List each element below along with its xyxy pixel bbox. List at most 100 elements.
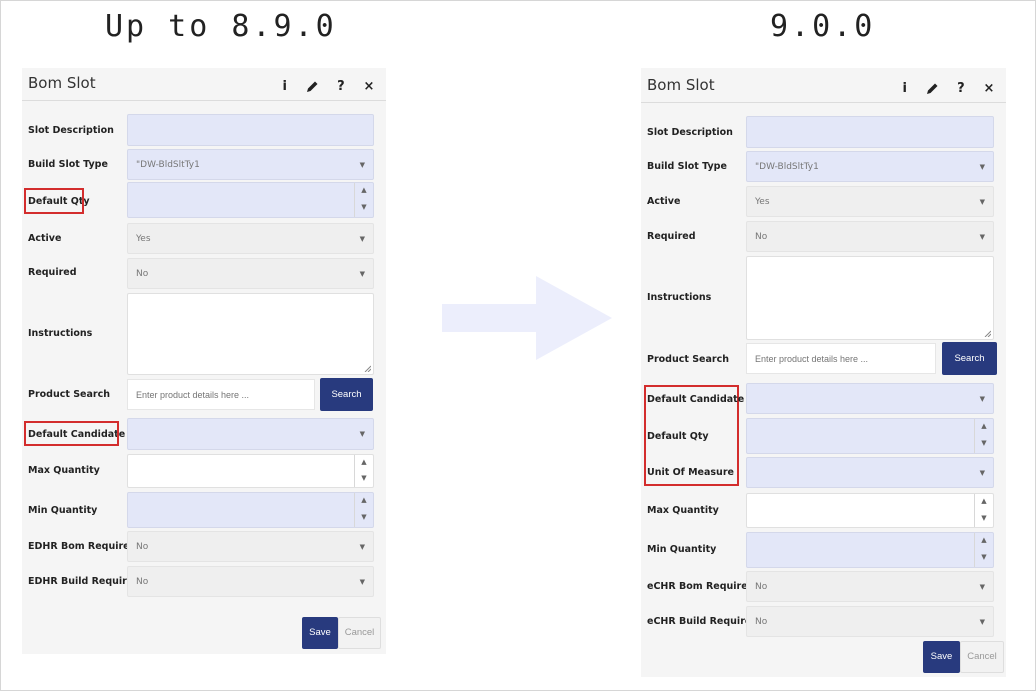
search-button[interactable]: Search — [320, 378, 373, 411]
highlight-default-candidate — [24, 421, 119, 446]
chevron-down-icon: ▼ — [979, 394, 985, 403]
chevron-down-icon: ▼ — [979, 232, 985, 241]
panel-title: Bom Slot — [647, 76, 715, 94]
spin-up-icon[interactable]: ▲ — [975, 533, 993, 550]
edhr-build-required-label: EDHR Build Required — [28, 576, 141, 587]
min-quantity-stepper[interactable]: ▲ ▼ — [127, 492, 374, 528]
unit-of-measure-select[interactable]: ▼ — [746, 457, 994, 488]
search-button[interactable]: Search — [942, 342, 997, 375]
echr-bom-required-select[interactable]: No ▼ — [746, 571, 994, 602]
help-icon[interactable]: ? — [952, 81, 970, 96]
panel-title: Bom Slot — [28, 74, 96, 92]
spin-down-icon[interactable]: ▼ — [975, 550, 993, 567]
echr-build-required-label: eCHR Build Required — [647, 616, 759, 627]
min-quantity-label: Min Quantity — [647, 544, 717, 555]
info-icon[interactable]: i — [276, 79, 294, 94]
spin-down-icon[interactable]: ▼ — [355, 200, 373, 217]
bom-slot-panel-after: Bom Slot i ? × Slot Description Build Sl… — [641, 68, 1006, 677]
slot-description-input[interactable] — [127, 114, 374, 146]
chevron-down-icon: ▼ — [979, 468, 985, 477]
chevron-down-icon: ▼ — [979, 582, 985, 591]
panel-header: Bom Slot i ? × — [22, 68, 386, 101]
build-slot-type-select[interactable]: "DW-BldSltTy1 ▼ — [127, 149, 374, 180]
default-candidate-select[interactable]: ▼ — [746, 383, 994, 414]
pencil-icon[interactable] — [304, 79, 322, 94]
build-slot-type-label: Build Slot Type — [647, 161, 727, 172]
default-qty-stepper[interactable]: ▲ ▼ — [127, 182, 374, 218]
product-search-input[interactable] — [746, 343, 936, 374]
edhr-bom-required-select[interactable]: No ▼ — [127, 531, 374, 562]
spin-up-icon[interactable]: ▲ — [975, 419, 993, 436]
chevron-down-icon: ▼ — [359, 269, 365, 278]
spinner: ▲ ▼ — [974, 533, 993, 567]
default-candidate-select[interactable]: ▼ — [127, 418, 374, 450]
help-icon[interactable]: ? — [332, 79, 350, 94]
instructions-textarea[interactable] — [127, 293, 374, 375]
resize-grip-icon[interactable] — [984, 330, 991, 337]
edhr-bom-required-label: EDHR Bom Required — [28, 541, 137, 552]
default-qty-stepper[interactable]: ▲ ▼ — [746, 418, 994, 454]
product-search-input[interactable] — [127, 379, 315, 410]
active-label: Active — [28, 233, 62, 244]
chevron-down-icon: ▼ — [979, 197, 985, 206]
build-slot-type-label: Build Slot Type — [28, 159, 108, 170]
min-quantity-label: Min Quantity — [28, 505, 98, 516]
max-quantity-stepper[interactable]: ▲ ▼ — [746, 493, 994, 528]
save-button[interactable]: Save — [302, 617, 338, 649]
echr-bom-required-label: eCHR Bom Required — [647, 581, 755, 592]
instructions-label: Instructions — [647, 292, 712, 303]
chevron-down-icon: ▼ — [359, 542, 365, 551]
spin-down-icon[interactable]: ▼ — [355, 510, 373, 527]
required-label: Required — [28, 267, 77, 278]
required-label: Required — [647, 231, 696, 242]
chevron-down-icon: ▼ — [979, 617, 985, 626]
spin-up-icon[interactable]: ▲ — [355, 493, 373, 510]
spinner: ▲ ▼ — [354, 455, 373, 487]
instructions-label: Instructions — [28, 328, 93, 339]
required-select[interactable]: No ▼ — [746, 221, 994, 252]
highlight-default-qty — [24, 188, 84, 214]
active-select[interactable]: Yes ▼ — [127, 223, 374, 254]
max-quantity-label: Max Quantity — [28, 465, 100, 476]
max-quantity-label: Max Quantity — [647, 505, 719, 516]
chevron-down-icon: ▼ — [359, 577, 365, 586]
panel-header: Bom Slot i ? × — [641, 68, 1006, 103]
echr-build-required-select[interactable]: No ▼ — [746, 606, 994, 637]
required-select[interactable]: No ▼ — [127, 258, 374, 289]
spin-down-icon[interactable]: ▼ — [975, 511, 993, 528]
edhr-build-required-select[interactable]: No ▼ — [127, 566, 374, 597]
spinner: ▲ ▼ — [354, 493, 373, 527]
close-icon[interactable]: × — [980, 81, 998, 96]
slot-description-label: Slot Description — [647, 127, 733, 138]
spin-down-icon[interactable]: ▼ — [975, 436, 993, 453]
instructions-textarea[interactable] — [746, 256, 994, 340]
unit-of-measure-label: Unit Of Measure — [647, 467, 734, 478]
spin-down-icon[interactable]: ▼ — [355, 471, 373, 487]
product-search-label: Product Search — [28, 389, 110, 400]
info-icon[interactable]: i — [896, 81, 914, 96]
spin-up-icon[interactable]: ▲ — [355, 455, 373, 471]
cancel-button[interactable]: Cancel — [960, 641, 1004, 673]
active-select[interactable]: Yes ▼ — [746, 186, 994, 217]
chevron-down-icon: ▼ — [979, 162, 985, 171]
arrow-right-icon — [442, 276, 612, 360]
spinner: ▲ ▼ — [974, 494, 993, 527]
pencil-icon[interactable] — [924, 81, 942, 96]
close-icon[interactable]: × — [360, 79, 378, 94]
active-label: Active — [647, 196, 681, 207]
spin-up-icon[interactable]: ▲ — [355, 183, 373, 200]
bom-slot-panel-before: Bom Slot i ? × Slot Description Build Sl… — [22, 68, 386, 654]
resize-grip-icon[interactable] — [364, 365, 371, 372]
cancel-button[interactable]: Cancel — [338, 617, 381, 649]
min-quantity-stepper[interactable]: ▲ ▼ — [746, 532, 994, 568]
default-candidate-label: Default Candidate — [647, 394, 745, 405]
default-qty-label: Default Qty — [647, 431, 709, 442]
build-slot-type-select[interactable]: "DW-BldSltTy1 ▼ — [746, 151, 994, 182]
version-title-after: 9.0.0 — [770, 9, 876, 44]
slot-description-input[interactable] — [746, 116, 994, 148]
max-quantity-stepper[interactable]: ▲ ▼ — [127, 454, 374, 488]
spin-up-icon[interactable]: ▲ — [975, 494, 993, 511]
chevron-down-icon: ▼ — [359, 234, 365, 243]
save-button[interactable]: Save — [923, 641, 960, 673]
version-title-before: Up to 8.9.0 — [105, 9, 337, 44]
